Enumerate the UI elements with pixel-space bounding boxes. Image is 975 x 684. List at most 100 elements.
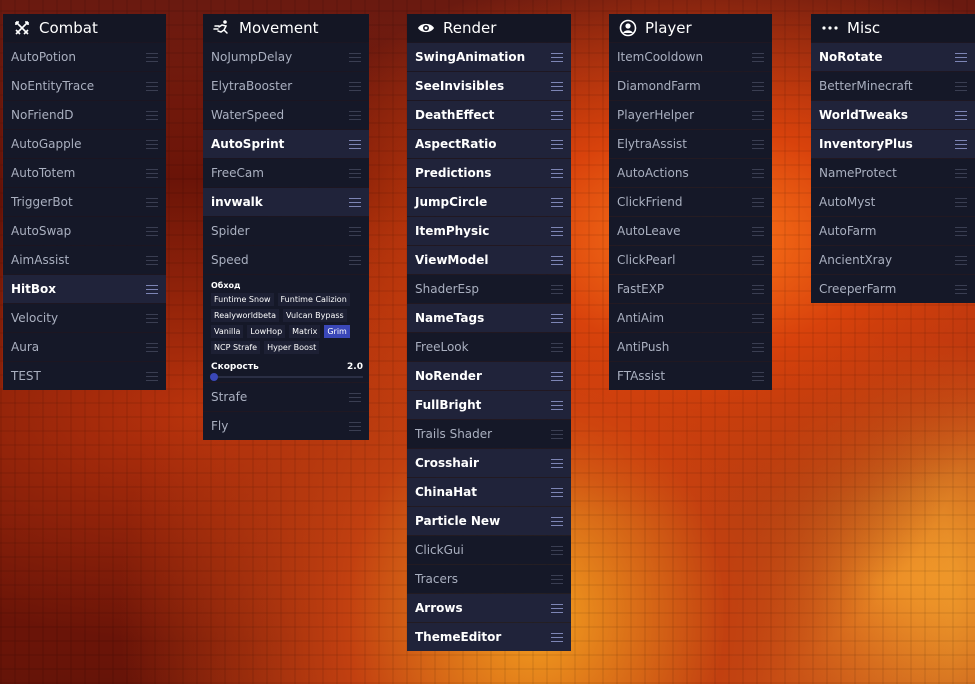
module-aimassist[interactable]: AimAssist [3,246,166,274]
menu-lines-icon[interactable] [349,168,361,178]
module-strafe[interactable]: Strafe [203,383,369,411]
mode-option-funtime-snow[interactable]: Funtime Snow [211,293,274,306]
menu-lines-icon[interactable] [551,255,563,265]
module-waterspeed[interactable]: WaterSpeed [203,101,369,129]
mode-option-grim[interactable]: Grim [324,325,350,338]
menu-lines-icon[interactable] [551,632,563,642]
menu-lines-icon[interactable] [752,81,764,91]
menu-lines-icon[interactable] [146,81,158,91]
module-autoactions[interactable]: AutoActions [609,159,772,187]
menu-lines-icon[interactable] [551,168,563,178]
menu-lines-icon[interactable] [752,371,764,381]
module-playerhelper[interactable]: PlayerHelper [609,101,772,129]
menu-lines-icon[interactable] [349,226,361,236]
module-deatheffect[interactable]: DeathEffect [407,101,571,129]
menu-lines-icon[interactable] [146,371,158,381]
menu-lines-icon[interactable] [349,392,361,402]
menu-lines-icon[interactable] [551,226,563,236]
menu-lines-icon[interactable] [146,110,158,120]
menu-lines-icon[interactable] [955,255,967,265]
module-arrows[interactable]: Arrows [407,594,571,622]
menu-lines-icon[interactable] [146,342,158,352]
module-speed[interactable]: Speed [203,246,369,274]
menu-lines-icon[interactable] [349,139,361,149]
menu-lines-icon[interactable] [551,313,563,323]
module-tracers[interactable]: Tracers [407,565,571,593]
module-chinahat[interactable]: ChinaHat [407,478,571,506]
panel-misc-header[interactable]: Misc [811,14,975,42]
menu-lines-icon[interactable] [551,545,563,555]
menu-lines-icon[interactable] [349,81,361,91]
module-elytraassist[interactable]: ElytraAssist [609,130,772,158]
module-clickgui[interactable]: ClickGui [407,536,571,564]
menu-lines-icon[interactable] [146,139,158,149]
menu-lines-icon[interactable] [146,313,158,323]
menu-lines-icon[interactable] [551,52,563,62]
module-fly[interactable]: Fly [203,412,369,440]
menu-lines-icon[interactable] [752,110,764,120]
slider-knob[interactable] [210,373,218,381]
menu-lines-icon[interactable] [551,429,563,439]
menu-lines-icon[interactable] [551,516,563,526]
mode-option-lowhop[interactable]: LowHop [247,325,286,338]
mode-option-realyworldbeta[interactable]: Realyworldbeta [211,309,280,322]
menu-lines-icon[interactable] [349,197,361,207]
module-autoswap[interactable]: AutoSwap [3,217,166,245]
module-inventoryplus[interactable]: InventoryPlus [811,130,975,158]
module-freecam[interactable]: FreeCam [203,159,369,187]
menu-lines-icon[interactable] [551,284,563,294]
panel-combat-header[interactable]: Combat [3,14,166,42]
module-automyst[interactable]: AutoMyst [811,188,975,216]
menu-lines-icon[interactable] [752,197,764,207]
module-ancientxray[interactable]: AncientXray [811,246,975,274]
menu-lines-icon[interactable] [551,342,563,352]
module-freelook[interactable]: FreeLook [407,333,571,361]
module-ftassist[interactable]: FTAssist [609,362,772,390]
module-invwalk[interactable]: invwalk [203,188,369,216]
module-norotate[interactable]: NoRotate [811,43,975,71]
mode-option-funtime-calizion[interactable]: Funtime Calizion [277,293,350,306]
menu-lines-icon[interactable] [349,52,361,62]
menu-lines-icon[interactable] [752,255,764,265]
menu-lines-icon[interactable] [551,139,563,149]
mode-option-vulcan-bypass[interactable]: Vulcan Bypass [283,309,347,322]
mode-option-hyper-boost[interactable]: Hyper Boost [264,341,320,354]
module-autogapple[interactable]: AutoGapple [3,130,166,158]
module-fullbright[interactable]: FullBright [407,391,571,419]
module-nametags[interactable]: NameTags [407,304,571,332]
menu-lines-icon[interactable] [146,168,158,178]
module-aspectratio[interactable]: AspectRatio [407,130,571,158]
menu-lines-icon[interactable] [551,487,563,497]
module-autofarm[interactable]: AutoFarm [811,217,975,245]
menu-lines-icon[interactable] [752,168,764,178]
menu-lines-icon[interactable] [551,371,563,381]
module-antiaim[interactable]: AntiAim [609,304,772,332]
menu-lines-icon[interactable] [955,168,967,178]
menu-lines-icon[interactable] [146,197,158,207]
mode-option-vanilla[interactable]: Vanilla [211,325,244,338]
module-autopotion[interactable]: AutoPotion [3,43,166,71]
panel-player-header[interactable]: Player [609,14,772,42]
module-themeeditor[interactable]: ThemeEditor [407,623,571,651]
module-spider[interactable]: Spider [203,217,369,245]
module-itemphysic[interactable]: ItemPhysic [407,217,571,245]
menu-lines-icon[interactable] [349,110,361,120]
menu-lines-icon[interactable] [349,421,361,431]
module-nofriendd[interactable]: NoFriendD [3,101,166,129]
menu-lines-icon[interactable] [955,139,967,149]
module-particle-new[interactable]: Particle New [407,507,571,535]
module-hitbox[interactable]: HitBox [3,275,166,303]
panel-render-header[interactable]: Render [407,14,571,42]
module-norender[interactable]: NoRender [407,362,571,390]
module-betterminecraft[interactable]: BetterMinecraft [811,72,975,100]
module-antipush[interactable]: AntiPush [609,333,772,361]
module-seeinvisibles[interactable]: SeeInvisibles [407,72,571,100]
mode-option-matrix[interactable]: Matrix [289,325,321,338]
module-nojumpdelay[interactable]: NoJumpDelay [203,43,369,71]
menu-lines-icon[interactable] [752,226,764,236]
module-elytrabooster[interactable]: ElytraBooster [203,72,369,100]
menu-lines-icon[interactable] [752,342,764,352]
menu-lines-icon[interactable] [146,255,158,265]
menu-lines-icon[interactable] [551,81,563,91]
module-clickfriend[interactable]: ClickFriend [609,188,772,216]
